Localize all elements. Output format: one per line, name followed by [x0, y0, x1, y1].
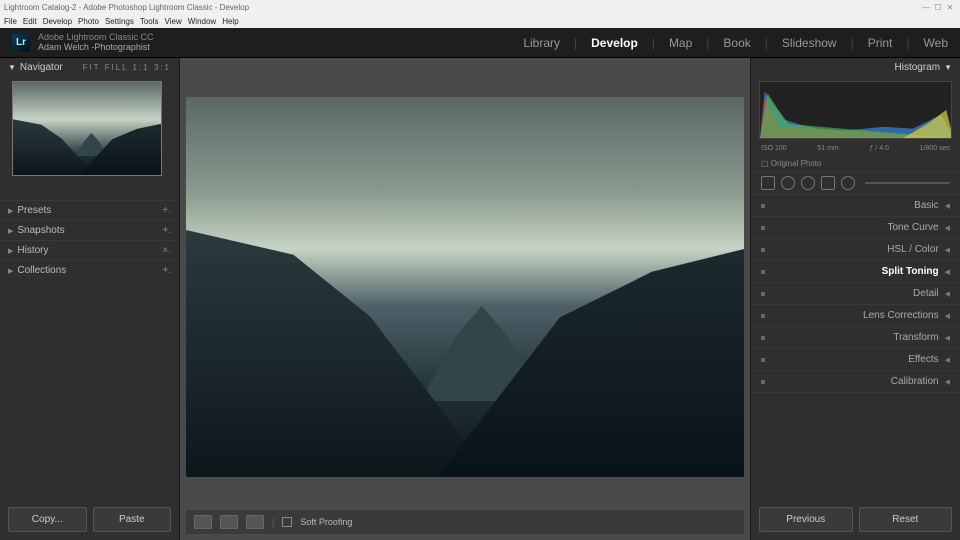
menu-photo[interactable]: Photo [78, 17, 99, 26]
crop-tool-icon[interactable] [761, 176, 775, 190]
module-picker: Library| Develop| Map| Book| Slideshow| … [523, 36, 948, 50]
navigator-title: Navigator [20, 62, 63, 73]
panel-split-toning[interactable]: Split Toning◀ [751, 261, 960, 283]
identity-line2: Adam Welch -Photographist [38, 43, 154, 53]
bottom-toolbar: | Soft Proofing [186, 510, 744, 534]
soft-proof-label: Soft Proofing [300, 517, 352, 527]
app-header: Lr Adobe Lightroom Classic CC Adam Welch… [0, 28, 960, 58]
module-print[interactable]: Print [868, 36, 893, 50]
tool-strip [751, 171, 960, 195]
module-slideshow[interactable]: Slideshow [782, 36, 837, 50]
menu-file[interactable]: File [4, 17, 17, 26]
histogram-info: ISO 100 51 mm ƒ / 4.0 1/800 sec [751, 143, 960, 156]
spot-tool-icon[interactable] [781, 176, 795, 190]
section-presets[interactable]: ▶Presets+. [0, 200, 179, 220]
previous-button[interactable]: Previous [759, 507, 853, 532]
section-snapshots[interactable]: ▶Snapshots+. [0, 220, 179, 240]
module-map[interactable]: Map [669, 36, 692, 50]
reset-button[interactable]: Reset [859, 507, 953, 532]
original-photo-label[interactable]: ▢ Original Photo [751, 156, 960, 171]
navigator-zoom[interactable]: FIT FILL 1:1 3:1 [83, 63, 171, 72]
menu-develop[interactable]: Develop [43, 17, 72, 26]
menu-edit[interactable]: Edit [23, 17, 37, 26]
gradient-tool-icon[interactable] [821, 176, 835, 190]
menu-tools[interactable]: Tools [140, 17, 159, 26]
section-collections[interactable]: ▶Collections+. [0, 260, 179, 280]
center-canvas: | Soft Proofing [180, 58, 750, 540]
right-panel: Histogram ▼ ISO 100 51 mm ƒ / 4.0 1/800 … [750, 58, 960, 540]
chevron-right-icon: ▶ [8, 247, 13, 255]
panel-lens-corrections[interactable]: Lens Corrections◀ [751, 305, 960, 327]
hist-aperture: ƒ / 4.0 [869, 145, 888, 152]
chevron-right-icon: ▶ [8, 207, 13, 215]
left-panel: ▼ Navigator FIT FILL 1:1 3:1 ▶Presets+. … [0, 58, 180, 540]
histogram-header[interactable]: Histogram ▼ [751, 58, 960, 77]
menu-bar: File Edit Develop Photo Settings Tools V… [0, 14, 960, 28]
panel-detail[interactable]: Detail◀ [751, 283, 960, 305]
radial-tool-icon[interactable] [841, 176, 855, 190]
navigator-thumbnail[interactable] [12, 81, 162, 176]
window-title: Lightroom Catalog-2 - Adobe Photoshop Li… [4, 3, 249, 12]
menu-view[interactable]: View [165, 17, 182, 26]
redeye-tool-icon[interactable] [801, 176, 815, 190]
grid-view-icon[interactable] [246, 515, 264, 529]
copy-button[interactable]: Copy... [8, 507, 87, 532]
hist-focal: 51 mm [817, 145, 838, 152]
navigator-header[interactable]: ▼ Navigator FIT FILL 1:1 3:1 [0, 58, 179, 77]
hist-shutter: 1/800 sec [920, 145, 950, 152]
soft-proof-checkbox[interactable] [282, 517, 292, 527]
module-web[interactable]: Web [924, 36, 948, 50]
menu-window[interactable]: Window [188, 17, 216, 26]
loupe-view-icon[interactable] [194, 515, 212, 529]
lightroom-logo-icon: Lr [12, 34, 30, 52]
paste-button[interactable]: Paste [93, 507, 172, 532]
panel-tone-curve[interactable]: Tone Curve◀ [751, 217, 960, 239]
menu-help[interactable]: Help [222, 17, 238, 26]
panel-hsl-color[interactable]: HSL / Color◀ [751, 239, 960, 261]
panel-effects[interactable]: Effects◀ [751, 349, 960, 371]
mask-slider[interactable] [865, 182, 950, 184]
chevron-down-icon: ▼ [944, 63, 952, 72]
histogram-display[interactable] [759, 81, 952, 139]
panel-basic[interactable]: Basic◀ [751, 195, 960, 217]
identity-plate: Adobe Lightroom Classic CC Adam Welch -P… [38, 33, 154, 53]
panel-calibration[interactable]: Calibration◀ [751, 371, 960, 393]
module-book[interactable]: Book [723, 36, 750, 50]
module-library[interactable]: Library [523, 36, 560, 50]
window-titlebar: Lightroom Catalog-2 - Adobe Photoshop Li… [0, 0, 960, 14]
hist-iso: ISO 100 [761, 145, 787, 152]
before-after-icon[interactable] [220, 515, 238, 529]
chevron-right-icon: ▶ [8, 227, 13, 235]
chevron-right-icon: ▶ [8, 267, 13, 275]
chevron-down-icon: ▼ [8, 63, 16, 72]
menu-settings[interactable]: Settings [105, 17, 134, 26]
panel-transform[interactable]: Transform◀ [751, 327, 960, 349]
maximize-icon[interactable]: ☐ [932, 3, 944, 12]
main-photo[interactable] [186, 97, 744, 477]
module-develop[interactable]: Develop [591, 36, 638, 50]
minimize-icon[interactable]: — [920, 3, 932, 12]
close-icon[interactable]: ✕ [944, 3, 956, 12]
histogram-title: Histogram [895, 62, 941, 73]
section-history[interactable]: ▶History×. [0, 240, 179, 260]
